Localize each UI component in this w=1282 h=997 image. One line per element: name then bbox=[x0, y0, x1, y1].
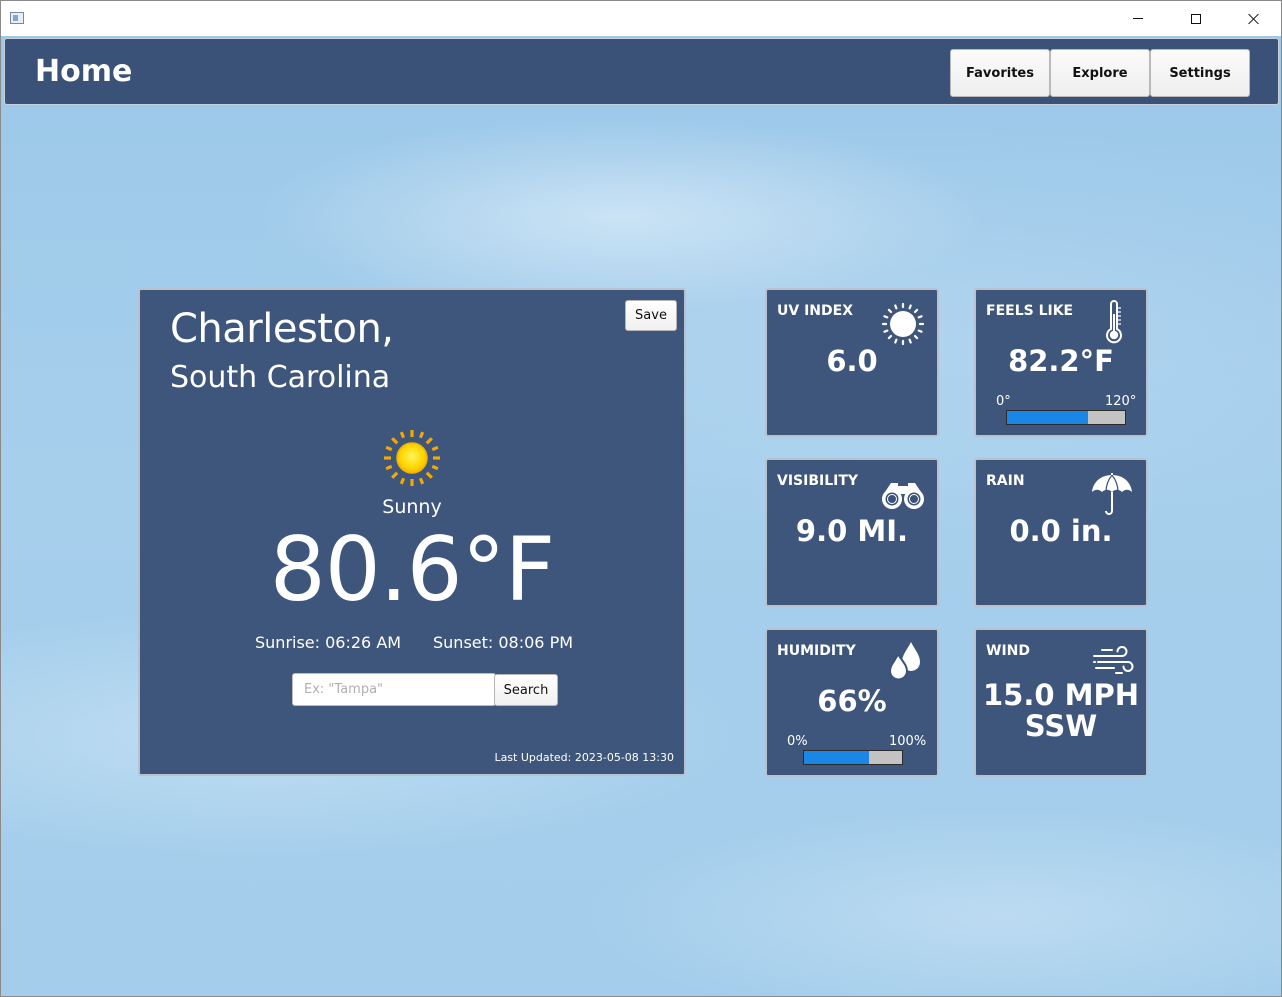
wind-label: WIND bbox=[986, 643, 1030, 659]
humidity-range-min: 0% bbox=[787, 734, 808, 749]
sunrise-time: Sunrise: 06:26 AM bbox=[255, 633, 402, 652]
feels-like-bar-fill bbox=[1007, 411, 1088, 424]
current-temperature: 80.6°F bbox=[269, 518, 556, 621]
app-icon bbox=[10, 12, 24, 24]
title-bar bbox=[1, 1, 1281, 36]
page-title: Home bbox=[35, 54, 133, 89]
header-bar: Home Favorites Explore Settings bbox=[4, 38, 1279, 105]
wind-value: 15.0 MPH SSW bbox=[976, 680, 1146, 742]
humidity-value: 66% bbox=[817, 684, 887, 718]
water-drops-icon bbox=[888, 642, 920, 681]
state-name: South Carolina bbox=[170, 360, 391, 395]
visibility-value: 9.0 MI. bbox=[795, 514, 909, 548]
sun-outline-icon bbox=[881, 302, 925, 346]
last-updated-text: Last Updated: 2023-05-08 13:30 bbox=[494, 751, 674, 764]
visibility-label: VISIBILITY bbox=[777, 473, 859, 489]
humidity-range-max: 100% bbox=[889, 734, 927, 749]
feels-like-value: 82.2°F bbox=[1008, 344, 1114, 378]
humidity-tile: HUMIDITY 66% 0% 100% bbox=[765, 628, 939, 777]
close-button[interactable] bbox=[1225, 1, 1281, 36]
maximize-icon bbox=[1191, 13, 1201, 24]
feels-like-label: FEELS LIKE bbox=[986, 303, 1074, 319]
umbrella-icon bbox=[1092, 473, 1132, 515]
favorites-button[interactable]: Favorites bbox=[950, 49, 1050, 97]
visibility-tile: VISIBILITY 9.0 MI. bbox=[765, 458, 939, 607]
wind-icon bbox=[1093, 646, 1134, 674]
sky-background: Home Favorites Explore Settings Charlest… bbox=[1, 36, 1281, 996]
feels-like-tile: FEELS LIKE 82.2°F 0° 120° bbox=[974, 288, 1148, 437]
rain-label: RAIN bbox=[986, 473, 1025, 489]
sunset-time: Sunset: 08:06 PM bbox=[433, 633, 574, 652]
app-window: Home Favorites Explore Settings Charlest… bbox=[0, 0, 1282, 997]
binoculars-icon bbox=[882, 483, 924, 509]
humidity-bar bbox=[803, 750, 903, 765]
save-button[interactable]: Save bbox=[625, 300, 677, 331]
humidity-bar-fill bbox=[804, 751, 869, 764]
uv-index-label: UV INDEX bbox=[777, 303, 853, 319]
city-name: Charleston, bbox=[170, 306, 394, 352]
search-button[interactable]: Search bbox=[494, 674, 558, 706]
feels-like-range-max: 120° bbox=[1105, 394, 1137, 409]
current-weather-card: Charleston, South Carolina Save Sunny 80… bbox=[138, 288, 686, 776]
explore-button[interactable]: Explore bbox=[1050, 49, 1150, 97]
maximize-button[interactable] bbox=[1167, 1, 1225, 36]
uv-index-value: 6.0 bbox=[826, 344, 878, 378]
minimize-button[interactable] bbox=[1109, 1, 1167, 36]
rain-tile: RAIN 0.0 in. bbox=[974, 458, 1148, 607]
feels-like-range-min: 0° bbox=[996, 394, 1011, 409]
uv-index-tile: UV INDEX 6.0 bbox=[765, 288, 939, 437]
thermometer-icon bbox=[1106, 300, 1122, 344]
city-search-input[interactable] bbox=[292, 673, 496, 706]
sun-icon bbox=[384, 430, 440, 486]
humidity-label: HUMIDITY bbox=[777, 643, 856, 659]
wind-direction: SSW bbox=[1024, 709, 1098, 743]
wind-speed: 15.0 MPH bbox=[982, 678, 1140, 712]
settings-button[interactable]: Settings bbox=[1150, 49, 1250, 97]
minimize-icon bbox=[1133, 18, 1143, 19]
close-icon bbox=[1248, 13, 1260, 25]
condition-text: Sunny bbox=[382, 496, 442, 518]
wind-tile: WIND 15.0 MPH SSW bbox=[974, 628, 1148, 777]
feels-like-bar bbox=[1006, 410, 1126, 425]
rain-value: 0.0 in. bbox=[1009, 514, 1113, 548]
